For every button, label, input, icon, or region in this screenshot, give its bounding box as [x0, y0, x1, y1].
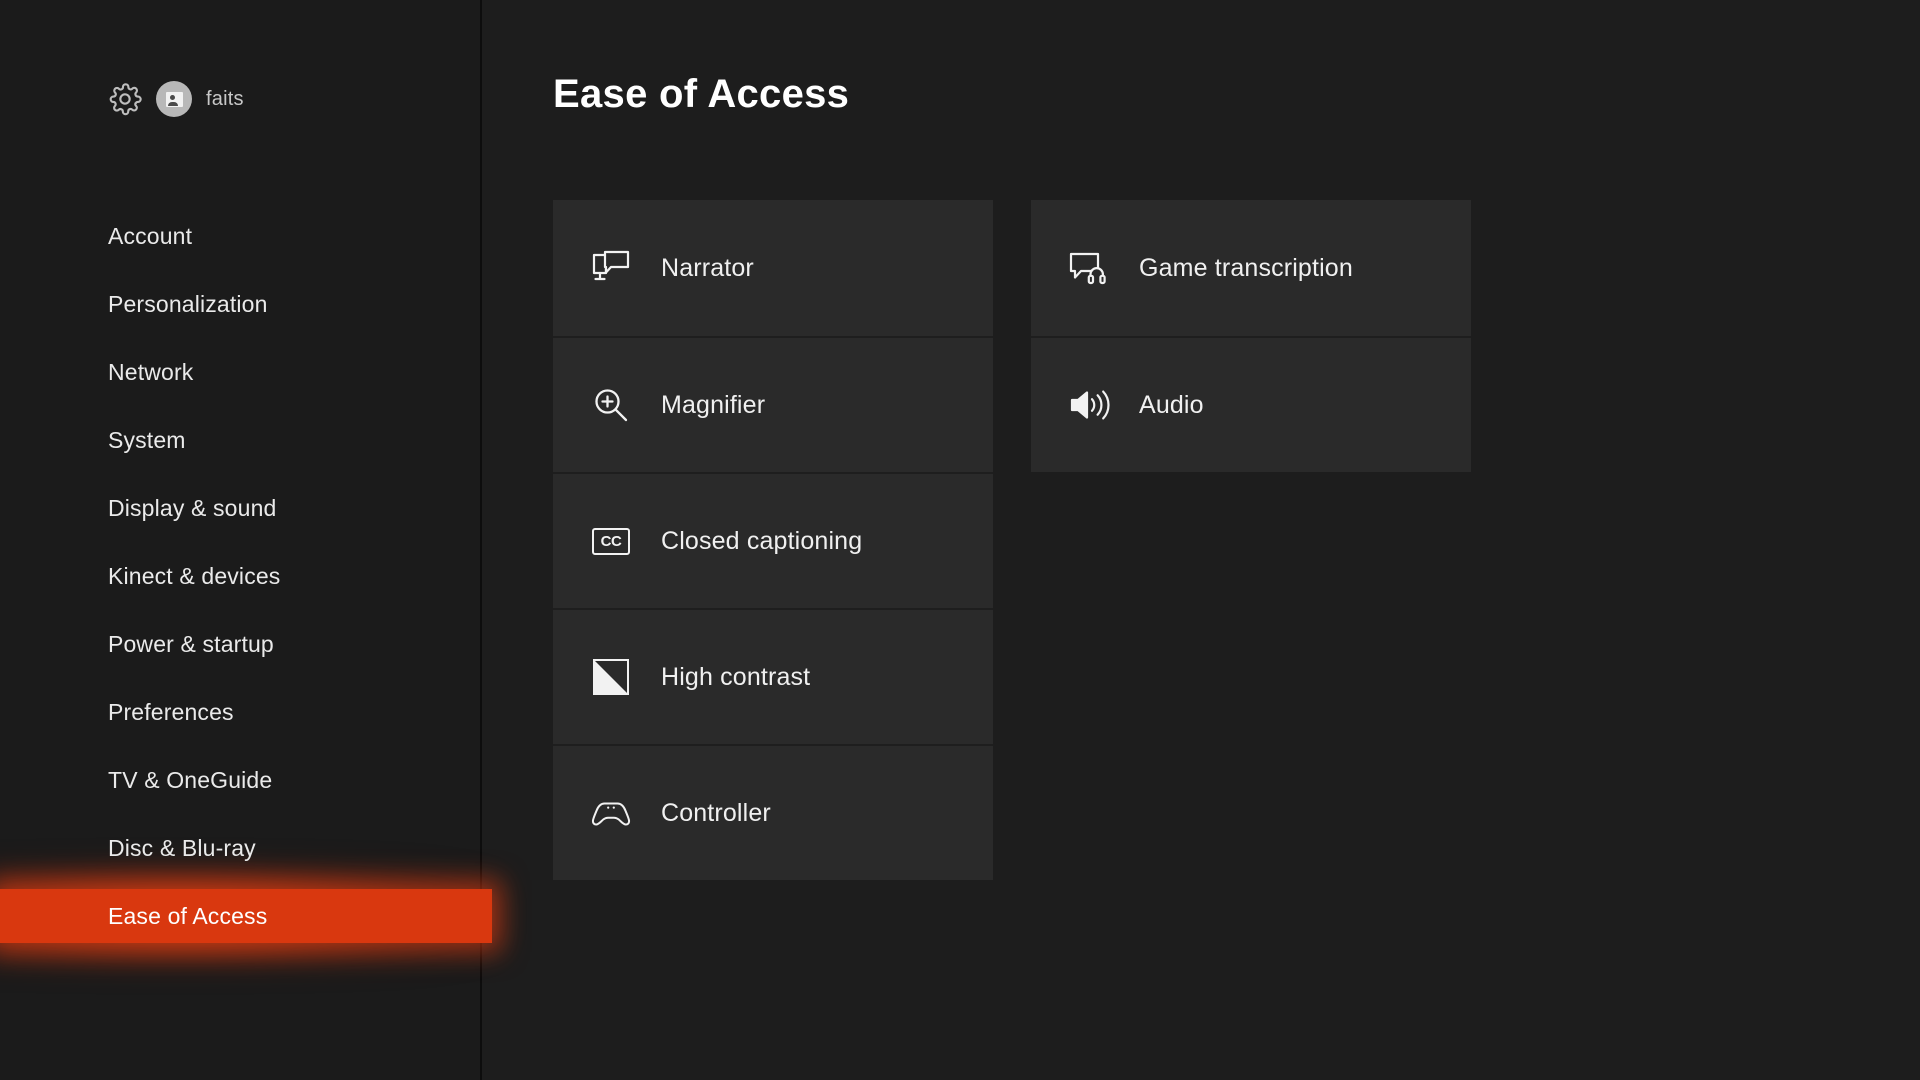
- audio-speaker-icon: [1067, 383, 1111, 427]
- game-transcription-icon: [1067, 246, 1111, 290]
- tile-high-contrast[interactable]: High contrast: [553, 608, 993, 744]
- sidebar-item-label: Power & startup: [108, 630, 274, 657]
- sidebar-item-label: Preferences: [108, 698, 234, 725]
- sidebar-item-label: Disc & Blu-ray: [108, 834, 256, 861]
- high-contrast-icon: [589, 655, 633, 699]
- controller-icon: [589, 791, 633, 835]
- sidebar-item-label: Kinect & devices: [108, 562, 281, 589]
- sidebar-item-label: TV & OneGuide: [108, 766, 273, 793]
- tile-label: Closed captioning: [661, 526, 863, 555]
- sidebar-item-personalization[interactable]: Personalization: [0, 270, 481, 338]
- tile-magnifier[interactable]: Magnifier: [553, 336, 993, 472]
- profile-header[interactable]: faits: [108, 78, 244, 120]
- sidebar-item-power-and-startup[interactable]: Power & startup: [0, 610, 481, 678]
- tile-column-left: Narrator Magnifier CC Closed captioning …: [553, 200, 993, 880]
- sidebar-item-label: Ease of Access: [108, 902, 268, 929]
- tile-label: High contrast: [661, 662, 811, 691]
- settings-tile-grid: Narrator Magnifier CC Closed captioning …: [553, 200, 1471, 880]
- sidebar-item-label: Display & sound: [108, 494, 277, 521]
- tile-label: Game transcription: [1139, 253, 1353, 282]
- sidebar-item-label: Account: [108, 222, 193, 249]
- sidebar-item-disc-and-blu-ray[interactable]: Disc & Blu-ray: [0, 814, 481, 882]
- page-title: Ease of Access: [553, 72, 850, 116]
- tile-label: Audio: [1139, 390, 1204, 419]
- xbox-settings-screen: faits Account Personalization Network Sy…: [0, 0, 1920, 1080]
- sidebar-item-preferences[interactable]: Preferences: [0, 678, 481, 746]
- tile-controller[interactable]: Controller: [553, 744, 993, 880]
- closed-captioning-icon: CC: [589, 519, 633, 563]
- tile-closed-captioning[interactable]: CC Closed captioning: [553, 472, 993, 608]
- sidebar-item-account[interactable]: Account: [0, 202, 481, 270]
- tile-audio[interactable]: Audio: [1031, 336, 1471, 472]
- sidebar-item-system[interactable]: System: [0, 406, 481, 474]
- sidebar: faits Account Personalization Network Sy…: [0, 0, 500, 1080]
- tile-narrator[interactable]: Narrator: [553, 200, 993, 336]
- sidebar-item-network[interactable]: Network: [0, 338, 481, 406]
- magnifier-icon: [589, 383, 633, 427]
- narrator-icon: [589, 246, 633, 290]
- sidebar-item-label: System: [108, 426, 186, 453]
- sidebar-item-label: Personalization: [108, 290, 268, 317]
- tile-game-transcription[interactable]: Game transcription: [1031, 200, 1471, 336]
- gear-icon[interactable]: [108, 82, 142, 116]
- sidebar-item-display-and-sound[interactable]: Display & sound: [0, 474, 481, 542]
- sidebar-item-ease-of-access[interactable]: Ease of Access: [0, 866, 500, 966]
- settings-nav: Account Personalization Network System D…: [0, 202, 500, 966]
- tile-label: Magnifier: [661, 390, 766, 419]
- gamertag-label: faits: [206, 87, 244, 110]
- sidebar-item-label: Network: [108, 358, 194, 385]
- main-content: Ease of Access Narrator Magnifier CC Clo…: [481, 0, 1920, 1080]
- sidebar-item-tv-and-oneguide[interactable]: TV & OneGuide: [0, 746, 481, 814]
- sidebar-item-kinect-and-devices[interactable]: Kinect & devices: [0, 542, 481, 610]
- gamerpic-image: [165, 91, 183, 107]
- tile-column-right: Game transcription Audio: [1031, 200, 1471, 880]
- avatar[interactable]: [156, 81, 192, 117]
- cc-icon-text: CC: [592, 527, 630, 555]
- tile-label: Controller: [661, 798, 771, 827]
- high-contrast-square: [593, 659, 629, 695]
- tile-label: Narrator: [661, 253, 754, 282]
